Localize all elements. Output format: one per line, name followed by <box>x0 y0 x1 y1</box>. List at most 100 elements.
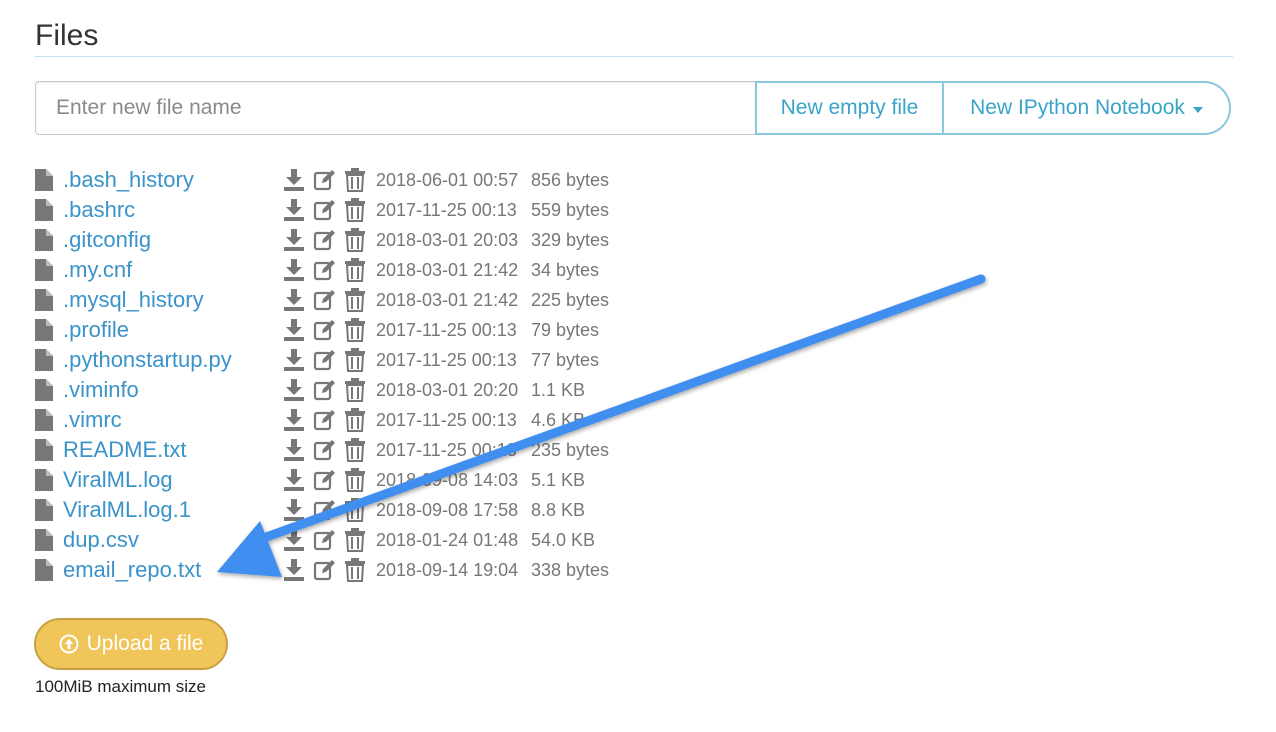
edit-icon[interactable] <box>313 318 335 342</box>
trash-icon[interactable] <box>344 498 366 522</box>
download-icon[interactable] <box>283 348 305 372</box>
file-size: 329 bytes <box>531 230 610 250</box>
file-row: .gitconfig 2018-03-01 20:03 329 bytes <box>35 225 735 255</box>
file-name-link[interactable]: .bashrc <box>63 195 135 225</box>
new-notebook-label: New IPython Notebook <box>970 96 1185 119</box>
file-name-link[interactable]: .my.cnf <box>63 255 132 285</box>
edit-icon[interactable] <box>313 438 335 462</box>
file-size: 8.8 KB <box>531 500 586 520</box>
file-name-link[interactable]: .pythonstartup.py <box>63 345 232 375</box>
file-modified-date: 2018-06-01 00:57 <box>376 170 519 190</box>
file-modified-date: 2018-01-24 01:48 <box>376 530 519 550</box>
trash-icon[interactable] <box>344 198 366 222</box>
file-name-link[interactable]: .mysql_history <box>63 285 204 315</box>
trash-icon[interactable] <box>344 438 366 462</box>
file-icon <box>35 409 53 431</box>
download-icon[interactable] <box>283 258 305 282</box>
file-row: README.txt 2017-11-25 00:13 235 bytes <box>35 435 735 465</box>
file-size: 235 bytes <box>531 440 610 460</box>
trash-icon[interactable] <box>344 228 366 252</box>
download-icon[interactable] <box>283 228 305 252</box>
file-name-link[interactable]: .bash_history <box>63 165 194 195</box>
download-icon[interactable] <box>283 498 305 522</box>
file-row: .pythonstartup.py 2017-11-25 00:13 77 byte… <box>35 345 735 375</box>
file-icon <box>35 319 53 341</box>
download-icon[interactable] <box>283 558 305 582</box>
upload-file-button[interactable]: Upload a file <box>34 618 228 670</box>
file-row: .profile 2017-11-25 00:13 79 bytes <box>35 315 735 345</box>
file-row: .vimrc 2017-11-25 00:13 4.6 KB <box>35 405 735 435</box>
edit-icon[interactable] <box>313 378 335 402</box>
file-row: .viminfo 2018-03-01 20:20 1.1 KB <box>35 375 735 405</box>
file-row: email_repo.txt 2018-09-14 19:04 338 bytes <box>35 555 735 585</box>
download-icon[interactable] <box>283 318 305 342</box>
trash-icon[interactable] <box>344 378 366 402</box>
trash-icon[interactable] <box>344 468 366 492</box>
trash-icon[interactable] <box>344 288 366 312</box>
trash-icon[interactable] <box>344 558 366 582</box>
file-name-link[interactable]: .viminfo <box>63 375 139 405</box>
edit-icon[interactable] <box>313 258 335 282</box>
file-icon <box>35 469 53 491</box>
edit-icon[interactable] <box>313 288 335 312</box>
file-modified-date: 2018-09-08 17:58 <box>376 500 519 520</box>
file-modified-date: 2017-11-25 00:13 <box>376 200 517 220</box>
download-icon[interactable] <box>283 468 305 492</box>
file-modified-date: 2017-11-25 00:13 <box>376 440 517 460</box>
chevron-down-icon <box>1192 106 1203 113</box>
download-icon[interactable] <box>283 438 305 462</box>
trash-icon[interactable] <box>344 528 366 552</box>
edit-icon[interactable] <box>313 468 335 492</box>
file-name-link[interactable]: email_repo.txt <box>63 555 201 585</box>
file-row: dup.csv 2018-01-24 01:48 54.0 KB <box>35 525 735 555</box>
download-icon[interactable] <box>283 528 305 552</box>
edit-icon[interactable] <box>313 528 335 552</box>
file-modified-date: 2018-03-01 20:20 <box>376 380 519 400</box>
file-icon <box>35 289 53 311</box>
new-notebook-dropdown-button[interactable]: New IPython Notebook <box>943 81 1231 135</box>
file-modified-date: 2018-09-08 14:03 <box>376 470 519 490</box>
file-name-link[interactable]: README.txt <box>63 435 186 465</box>
download-icon[interactable] <box>283 168 305 192</box>
trash-icon[interactable] <box>344 408 366 432</box>
page-title: Files <box>35 19 99 52</box>
file-modified-date: 2017-11-25 00:13 <box>376 410 517 430</box>
edit-icon[interactable] <box>313 228 335 252</box>
file-name-link[interactable]: ViralML.log <box>63 465 173 495</box>
download-icon[interactable] <box>283 378 305 402</box>
file-modified-date: 2018-03-01 21:42 <box>376 290 519 310</box>
file-name-link[interactable]: ViralML.log.1 <box>63 495 191 525</box>
file-name-link[interactable]: .vimrc <box>63 405 122 435</box>
edit-icon[interactable] <box>313 348 335 372</box>
title-divider <box>35 56 1233 57</box>
download-icon[interactable] <box>283 408 305 432</box>
new-empty-file-button[interactable]: New empty file <box>755 81 943 135</box>
edit-icon[interactable] <box>313 558 335 582</box>
new-file-button-group: New empty file New IPython Notebook <box>755 81 1231 135</box>
file-name-link[interactable]: dup.csv <box>63 525 139 555</box>
file-size: 79 bytes <box>531 320 600 340</box>
file-size: 4.6 KB <box>531 410 586 430</box>
download-icon[interactable] <box>283 198 305 222</box>
file-name-link[interactable]: .profile <box>63 315 129 345</box>
new-empty-file-label: New empty file <box>780 96 919 119</box>
file-row: .mysql_history 2018-03-01 21:42 225 bytes <box>35 285 735 315</box>
file-name-link[interactable]: .gitconfig <box>63 225 151 255</box>
edit-icon[interactable] <box>313 198 335 222</box>
file-modified-date: 2018-03-01 21:42 <box>376 260 519 280</box>
trash-icon[interactable] <box>344 168 366 192</box>
edit-icon[interactable] <box>313 168 335 192</box>
edit-icon[interactable] <box>313 498 335 522</box>
trash-icon[interactable] <box>344 348 366 372</box>
file-icon <box>35 169 53 191</box>
trash-icon[interactable] <box>344 258 366 282</box>
file-modified-date: 2017-11-25 00:13 <box>376 350 517 370</box>
file-list: .bash_history 2018-06-01 00:57 856 bytes .b… <box>35 165 735 585</box>
file-size: 77 bytes <box>531 350 600 370</box>
trash-icon[interactable] <box>344 318 366 342</box>
edit-icon[interactable] <box>313 408 335 432</box>
download-icon[interactable] <box>283 288 305 312</box>
file-row: .bash_history 2018-06-01 00:57 856 bytes <box>35 165 735 195</box>
upload-circle-icon <box>59 634 79 654</box>
new-file-name-input[interactable] <box>35 81 755 135</box>
